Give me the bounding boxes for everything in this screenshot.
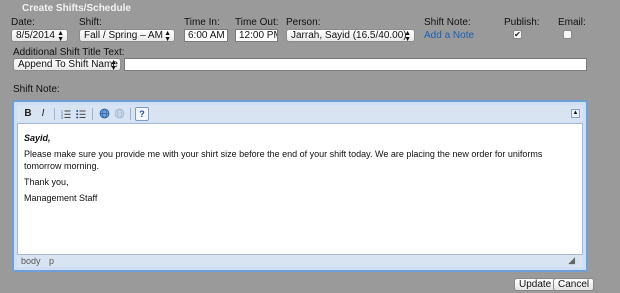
note-signature: Management Staff [24, 193, 98, 203]
resize-grip-icon[interactable]: ◢ [568, 254, 575, 266]
unlink-button[interactable] [112, 107, 126, 121]
publish-label: Publish: [504, 17, 540, 28]
toolbar-divider [92, 107, 93, 120]
select-arrows-icon: ▲ ▼ [57, 30, 64, 42]
editor-statusbar: body p ◢ [17, 255, 583, 267]
ordered-list-icon: 1 2 3 [61, 109, 71, 119]
insert-link-button[interactable] [97, 107, 111, 121]
time-out-label: Time Out: [235, 17, 279, 28]
panel-title: Create Shifts/Schedule [22, 3, 131, 14]
note-greeting: Sayid, [24, 133, 51, 143]
additional-title-input[interactable] [124, 58, 587, 71]
date-select[interactable]: 8/5/2014 ▲ ▼ [11, 29, 68, 42]
collapse-toolbar-icon[interactable]: ▲ [571, 109, 580, 118]
editor-toolbar: B I 1 2 3 ? ▲ [17, 105, 583, 122]
append-mode-select[interactable]: Append To Shift Name ▲ ▼ [13, 58, 121, 71]
shift-value: Fall / Spring – AM [84, 30, 163, 41]
person-label: Person: [286, 17, 321, 28]
bold-button[interactable]: B [21, 107, 35, 121]
link-globe-icon [99, 108, 109, 119]
cancel-button[interactable]: Cancel [553, 278, 595, 291]
person-select[interactable]: Jarrah, Sayid (16.5/40.00) ▲ ▼ [286, 29, 415, 42]
toolbar-divider [130, 107, 131, 120]
italic-button[interactable]: I [36, 107, 50, 121]
path-body[interactable]: body [21, 256, 41, 266]
help-button[interactable]: ? [135, 106, 149, 121]
editor-content[interactable]: Sayid, Please make sure you provide me w… [17, 123, 583, 255]
date-label: Date: [11, 17, 35, 28]
shift-select[interactable]: Fall / Spring – AM ▲ ▼ [79, 29, 175, 42]
select-arrows-icon: ▲ ▼ [110, 59, 117, 71]
date-value: 8/5/2014 [16, 30, 55, 41]
email-label: Email: [558, 17, 586, 28]
note-closing: Thank you, [24, 177, 69, 187]
unordered-list-button[interactable] [74, 107, 88, 121]
time-in-input[interactable]: 6:00 AM [184, 29, 228, 42]
update-button[interactable]: Update [514, 278, 557, 291]
unlink-icon [114, 108, 124, 119]
add-note-link[interactable]: Add a Note [424, 30, 474, 41]
time-in-label: Time In: [184, 17, 220, 28]
append-mode-value: Append To Shift Name [18, 59, 118, 70]
email-checkbox[interactable] [563, 30, 572, 39]
note-body: Please make sure you provide me with you… [24, 149, 543, 171]
shift-note-label: Shift Note: [424, 17, 471, 28]
select-arrows-icon: ▲ ▼ [164, 30, 171, 42]
unordered-list-icon [76, 109, 86, 118]
time-out-input[interactable]: 12:00 PM [235, 29, 278, 42]
shift-label: Shift: [79, 17, 102, 28]
ordered-list-button[interactable]: 1 2 3 [59, 107, 73, 121]
shift-note-editor-label: Shift Note: [13, 84, 60, 95]
additional-title-label: Additional Shift Title Text: [13, 47, 125, 58]
publish-checkbox[interactable]: ✔ [513, 30, 522, 39]
select-arrows-icon: ▲ ▼ [404, 30, 411, 42]
svg-text:3: 3 [61, 116, 63, 119]
path-p[interactable]: p [49, 256, 54, 266]
toolbar-divider [54, 107, 55, 120]
rich-text-editor: B I 1 2 3 ? ▲ Sayid, Please make sure yo… [12, 100, 588, 272]
person-value: Jarrah, Sayid (16.5/40.00) [291, 30, 407, 41]
